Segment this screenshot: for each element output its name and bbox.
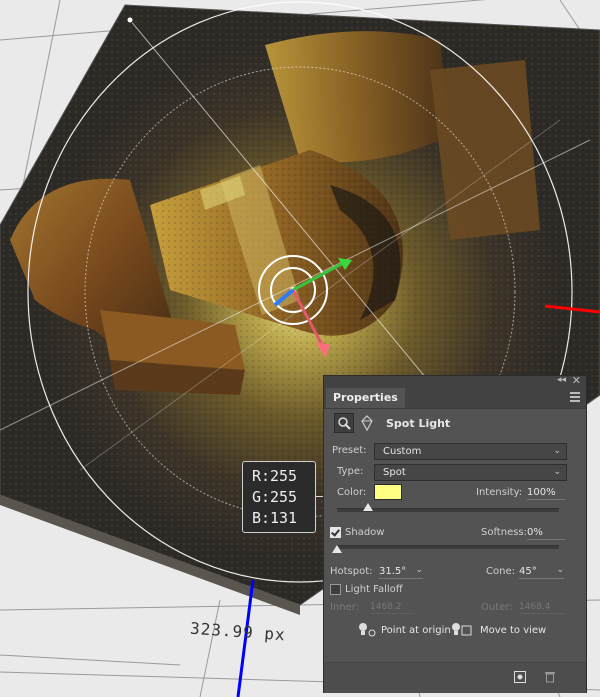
move-to-view-icon xyxy=(451,622,473,638)
point-at-origin-icon xyxy=(357,622,377,638)
collapse-icon[interactable]: ◂◂ xyxy=(557,375,566,385)
blue-value-row: B: 131 xyxy=(252,508,315,529)
move-to-view-label: Move to view xyxy=(480,624,547,636)
hotspot-value[interactable]: 31.5° ⌄ xyxy=(379,565,423,579)
chevron-down-icon: ⌄ xyxy=(556,565,564,575)
preset-value: Custom xyxy=(383,446,422,457)
preset-label: Preset: xyxy=(332,445,367,456)
hotspot-cone-row: Hotspot: 31.5° ⌄ Cone: 45° ⌄ xyxy=(324,563,588,583)
close-icon[interactable]: ✕ xyxy=(572,374,581,387)
tab-properties[interactable]: Properties xyxy=(326,388,405,408)
inner-value: 1468.2 xyxy=(370,602,414,614)
blue-label: B: xyxy=(252,509,271,527)
light-type-header: Spot Light xyxy=(324,412,588,436)
softness-value[interactable]: 0% xyxy=(527,527,565,540)
light-falloff-checkbox[interactable] xyxy=(330,584,341,595)
chevron-down-icon: ⌄ xyxy=(553,467,561,477)
spot-light-icon[interactable] xyxy=(334,413,354,433)
shadow-row: Shadow Softness: 0% xyxy=(324,524,588,544)
point-at-origin-label: Point at origin xyxy=(381,624,451,636)
trash-icon[interactable] xyxy=(544,670,556,683)
point-at-origin-button[interactable]: Point at origin xyxy=(357,622,451,638)
type-value: Spot xyxy=(383,467,406,478)
shadow-label: Shadow xyxy=(345,527,385,538)
panel-top-strip: ◂◂ ✕ xyxy=(324,374,586,388)
preset-dropdown[interactable]: Custom ⌄ xyxy=(374,443,567,460)
color-row: Color: Intensity: 100% xyxy=(324,484,588,504)
light-type-title: Spot Light xyxy=(386,417,451,430)
light-falloff-row: Light Falloff xyxy=(324,581,588,601)
intensity-slider-thumb[interactable] xyxy=(363,503,374,511)
hotspot-value-text: 31.5° xyxy=(379,566,407,577)
softness-label: Softness: xyxy=(481,527,528,538)
red-label: R: xyxy=(252,467,271,485)
green-value: 255 xyxy=(270,488,298,506)
panel-tab-bar: Properties xyxy=(324,388,586,409)
green-value-row: G: 255 xyxy=(252,487,315,508)
green-label: G: xyxy=(252,488,271,506)
shadow-checkbox[interactable] xyxy=(330,527,341,538)
light-actions-row: Point at origin Move to view xyxy=(324,620,588,642)
outer-value: 1468.4 xyxy=(519,602,564,614)
color-label: Color: xyxy=(337,487,367,498)
color-readout-tooltip: R: 255 G: 255 B: 131 xyxy=(242,461,316,533)
scene-light-icon[interactable] xyxy=(358,414,376,432)
hotspot-label: Hotspot: xyxy=(330,566,373,577)
blue-value: 131 xyxy=(270,509,298,527)
move-to-view-button[interactable]: Move to view xyxy=(451,622,546,638)
light-color-swatch[interactable] xyxy=(374,484,402,500)
panel-menu-icon[interactable] xyxy=(570,392,580,404)
red-value: 255 xyxy=(270,467,298,485)
properties-panel: ◂◂ ✕ Properties Spot Light Preset: Custo… xyxy=(323,374,588,693)
type-label: Type: xyxy=(337,466,364,477)
cone-value[interactable]: 45° ⌄ xyxy=(519,565,564,579)
preset-row: Preset: Custom ⌄ xyxy=(324,442,588,462)
type-row: Type: Spot ⌄ xyxy=(324,463,588,483)
outer-value-text: 1468.4 xyxy=(519,602,551,612)
render-icon[interactable] xyxy=(514,671,526,683)
softness-slider-thumb[interactable] xyxy=(332,545,342,553)
chevron-down-icon: ⌄ xyxy=(415,565,423,575)
type-dropdown[interactable]: Spot ⌄ xyxy=(374,464,567,481)
softness-slider-track[interactable] xyxy=(337,545,559,549)
red-value-row: R: 255 xyxy=(252,466,315,487)
panel-bottom-bar xyxy=(324,662,586,693)
intensity-label: Intensity: xyxy=(476,487,523,498)
outer-label: Outer: xyxy=(481,602,513,613)
chevron-down-icon: ⌄ xyxy=(553,446,561,456)
cone-value-text: 45° xyxy=(519,566,537,577)
inner-outer-row: Inner: 1468.2 Outer: 1468.4 xyxy=(324,599,588,619)
inner-label: Inner: xyxy=(330,602,360,613)
inner-value-text: 1468.2 xyxy=(370,602,402,612)
cone-label: Cone: xyxy=(486,566,515,577)
light-falloff-label: Light Falloff xyxy=(345,584,403,595)
intensity-value[interactable]: 100% xyxy=(527,487,565,500)
